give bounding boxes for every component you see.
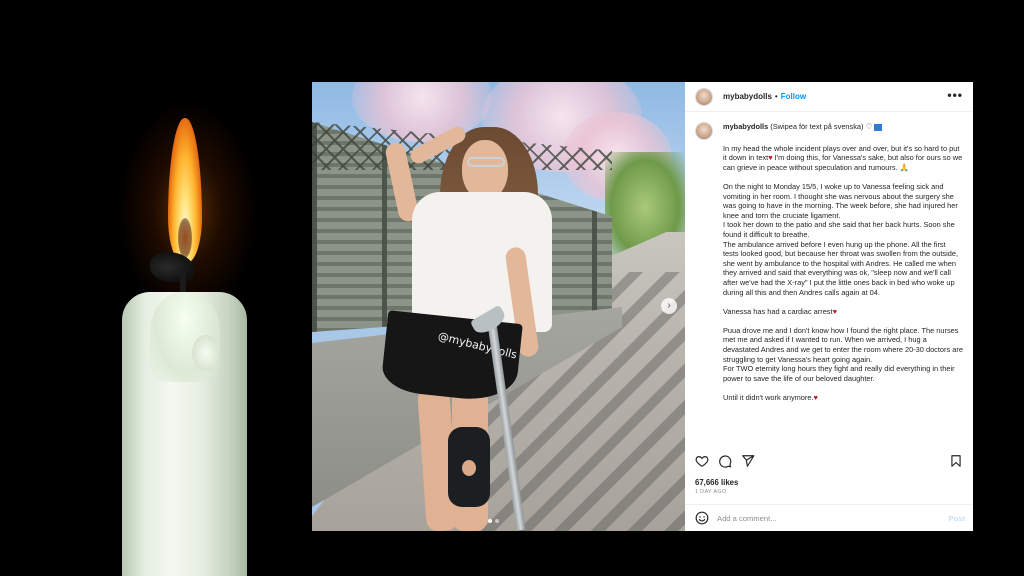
flag-emoji-icon <box>874 123 883 131</box>
caption-text: mybabydolls (Swipea för text på svenska)… <box>723 122 963 403</box>
next-photo-button[interactable]: › <box>661 298 677 314</box>
knee-brace-hole <box>462 460 476 476</box>
caption-paragraph: For TWO eternity long hours they fight a… <box>723 364 955 383</box>
caption-header: (Swipea för text på svenska) <box>770 122 864 131</box>
add-comment-bar: Add a comment... Post <box>685 504 973 531</box>
bookmark-icon[interactable] <box>949 454 963 468</box>
emoji-smile-icon[interactable] <box>695 511 709 525</box>
comment-input[interactable]: Add a comment... <box>717 514 777 523</box>
caption-row: mybabydolls (Swipea för text på svenska)… <box>695 122 963 403</box>
wax-drip <box>192 335 220 371</box>
red-heart-icon: ♥ <box>832 306 837 316</box>
caption-line: Vanessa has had a cardiac arrest <box>723 306 833 316</box>
avatar[interactable] <box>695 87 713 106</box>
carousel-dot <box>495 519 499 523</box>
instagram-post: @mybabydolls › mybabydolls • Follow ••• … <box>312 82 973 531</box>
flame-core <box>178 218 192 258</box>
caption-line: Until it didn't work anymore. <box>723 393 814 403</box>
post-sidebar: mybabydolls • Follow ••• mybabydolls (Sw… <box>685 82 973 531</box>
caption-paragraph: In my head the whole incident plays over… <box>723 144 963 173</box>
post-header: mybabydolls • Follow ••• <box>685 82 973 112</box>
header-username[interactable]: mybabydolls <box>723 92 772 101</box>
caption-paragraph: Until it didn't work anymore.♥ <box>723 393 963 403</box>
paper-plane-icon[interactable] <box>741 454 755 468</box>
candle-image <box>0 0 312 576</box>
follow-button[interactable]: Follow <box>781 92 806 101</box>
caption-paragraph: Vanessa has had a cardiac arrest♥ <box>723 307 963 317</box>
post-comment-button[interactable]: Post <box>949 514 965 523</box>
avatar[interactable] <box>695 122 713 140</box>
caption-username[interactable]: mybabydolls <box>723 122 768 131</box>
carousel-dot <box>488 519 492 523</box>
more-options-icon[interactable]: ••• <box>947 88 963 102</box>
caption-area: mybabydolls (Swipea för text på svenska)… <box>685 112 973 449</box>
person-glasses <box>467 157 505 167</box>
likes-count[interactable]: 67,666 likes <box>695 478 738 487</box>
post-photo[interactable]: @mybabydolls › <box>312 82 685 531</box>
caption-paragraph: I took her down to the patio and she sai… <box>723 220 955 239</box>
praying-hands-icon: 🙏 <box>899 162 909 172</box>
white-heart-icon: ♡ <box>865 122 873 131</box>
action-bar <box>695 454 963 470</box>
red-heart-icon: ♥ <box>813 393 818 403</box>
caption-paragraph: Puua drove me and I don't know how I fou… <box>723 325 963 364</box>
caption-paragraph: The ambulance arrived before I even hung… <box>723 239 958 297</box>
red-heart-icon: ♥ <box>768 153 773 163</box>
post-timestamp[interactable]: 1 DAY AGO <box>695 489 727 495</box>
caption-paragraph: On the night to Monday 15/5, I woke up t… <box>723 181 958 220</box>
separator-dot: • <box>774 92 778 101</box>
person-face <box>462 140 508 200</box>
carousel-dots <box>488 519 499 523</box>
heart-outline-icon[interactable] <box>695 454 709 468</box>
comment-bubble-icon[interactable] <box>718 454 732 468</box>
